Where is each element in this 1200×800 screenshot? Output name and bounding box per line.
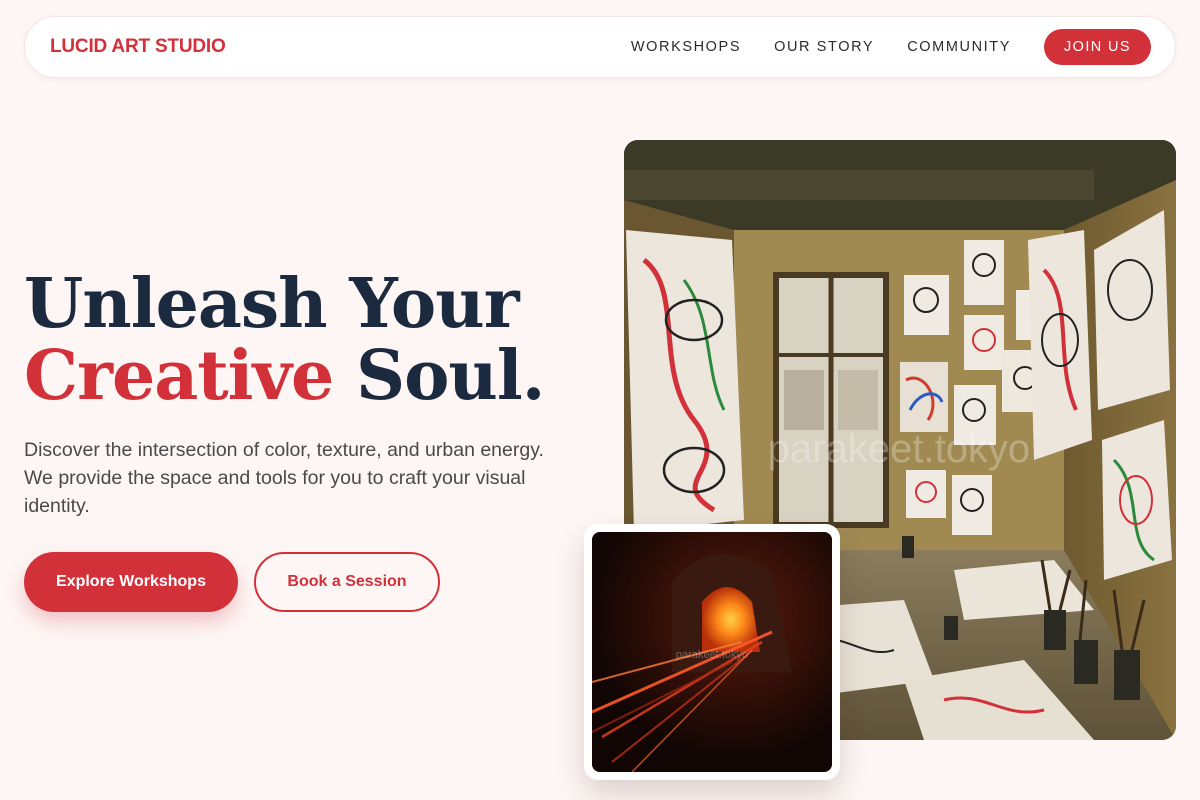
furnace-illustration: parakeet.tokyo: [592, 532, 832, 772]
headline-rest: Soul.: [333, 336, 545, 416]
inset-photo-watermark: parakeet.tokyo: [676, 649, 748, 661]
main-photo-watermark: parakeet.tokyo: [768, 427, 1030, 471]
inset-photo-card: parakeet.tokyo: [584, 524, 840, 780]
join-us-button[interactable]: JOIN US: [1044, 29, 1151, 65]
hero-description: Discover the intersection of color, text…: [24, 439, 544, 517]
nav-link-community[interactable]: COMMUNITY: [907, 39, 1011, 55]
top-navbar: LUCID ART STUDIO WORKSHOPS OUR STORY COM…: [24, 16, 1176, 78]
hero-headline: Unleash Your Creative Soul.: [24, 268, 584, 412]
explore-workshops-button[interactable]: Explore Workshops: [24, 552, 238, 612]
headline-line-1: Unleash Your: [24, 264, 520, 344]
brand-logo[interactable]: LUCID ART STUDIO: [50, 36, 226, 58]
furnace-photo: parakeet.tokyo: [592, 532, 832, 772]
headline-accent: Creative: [24, 336, 334, 416]
nav-link-workshops[interactable]: WORKSHOPS: [631, 39, 741, 55]
nav-link-our-story[interactable]: OUR STORY: [774, 39, 874, 55]
nav-links: WORKSHOPS OUR STORY COMMUNITY JOIN US: [631, 29, 1151, 65]
book-session-button[interactable]: Book a Session: [254, 552, 440, 612]
